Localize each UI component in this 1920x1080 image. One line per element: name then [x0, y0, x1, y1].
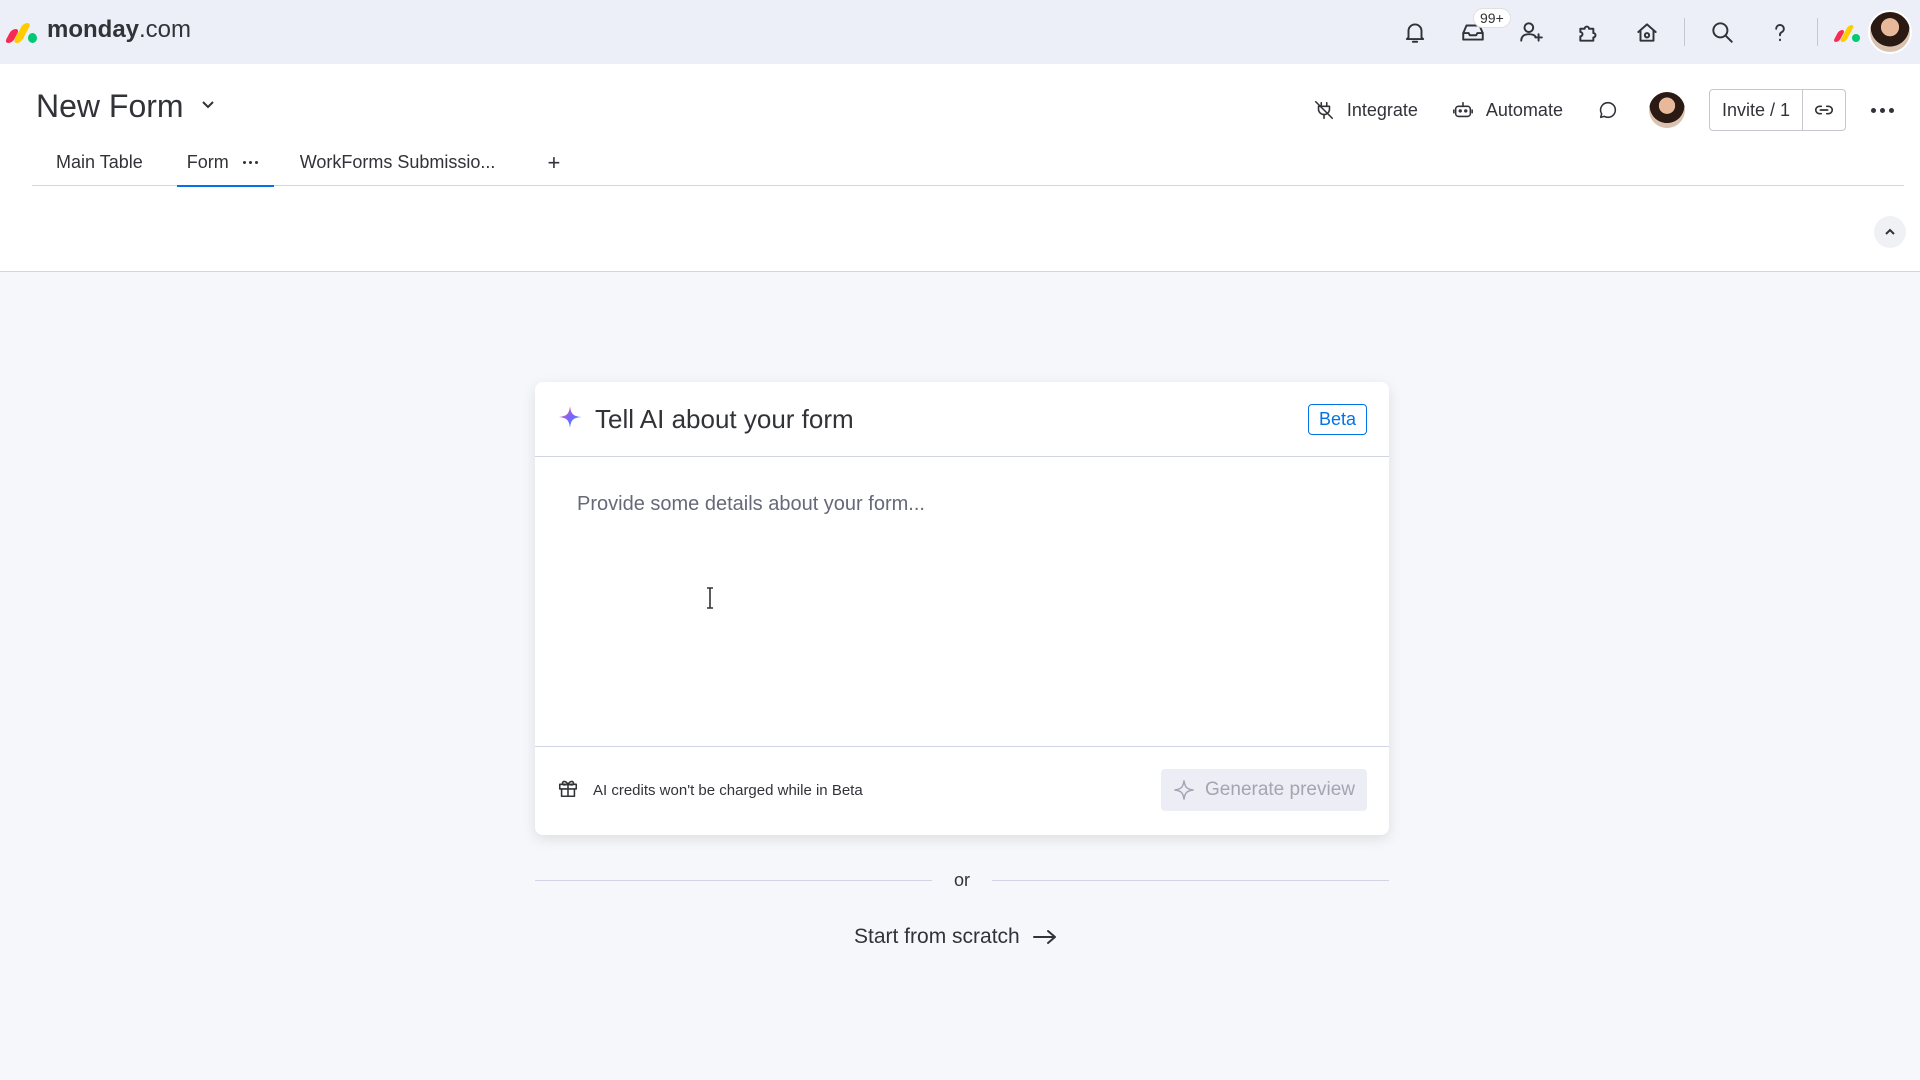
- inbox-button[interactable]: 99+: [1453, 8, 1511, 52]
- generate-preview-label: Generate preview: [1205, 779, 1355, 800]
- ai-card-body: [535, 457, 1389, 747]
- text-cursor-icon: [707, 587, 713, 609]
- generate-preview-button[interactable]: Generate preview: [1161, 769, 1367, 811]
- automate-label: Automate: [1485, 99, 1563, 120]
- integrate-button[interactable]: Integrate: [1313, 99, 1418, 121]
- robot-icon: [1452, 101, 1473, 118]
- link-icon: [1814, 105, 1834, 115]
- user-avatar[interactable]: [1868, 10, 1912, 54]
- inbox-badge: 99+: [1473, 8, 1511, 28]
- automate-button[interactable]: Automate: [1452, 99, 1563, 121]
- view-tabs: Main Table Form WorkForms Submissio... +: [32, 144, 1904, 187]
- monday-products-icon[interactable]: [1832, 22, 1860, 42]
- tab-workforms-submissions[interactable]: WorkForms Submissio...: [274, 144, 520, 185]
- chevron-down-icon[interactable]: [198, 94, 218, 119]
- monday-logo-icon: [4, 17, 37, 43]
- divider: [1684, 18, 1685, 46]
- add-view-button[interactable]: +: [519, 144, 588, 182]
- tab-label: Form: [186, 152, 229, 172]
- updates-button[interactable]: [1597, 99, 1619, 121]
- bell-icon: [1405, 23, 1425, 43]
- page-title[interactable]: New Form: [36, 88, 184, 125]
- help-icon: [1775, 24, 1785, 42]
- or-label: or: [954, 869, 971, 890]
- dot-icon: [1888, 107, 1894, 113]
- notifications-button[interactable]: [1395, 12, 1435, 52]
- more-options-button[interactable]: [1864, 107, 1900, 113]
- integrate-label: Integrate: [1346, 99, 1418, 120]
- collapse-header-button[interactable]: [1874, 216, 1906, 248]
- board-header: New Form Integrate Automate Invite / 1 M…: [0, 64, 1920, 272]
- invite-members-button[interactable]: [1511, 12, 1551, 52]
- sparkle-icon: [1174, 780, 1194, 800]
- divider-line: [535, 879, 932, 881]
- invite-button[interactable]: Invite / 1: [1710, 90, 1803, 130]
- gift-icon: [557, 777, 579, 804]
- ai-card-header: Tell AI about your form Beta: [535, 382, 1389, 457]
- chevron-up-icon: [1885, 228, 1895, 235]
- beta-badge: Beta: [1307, 404, 1367, 435]
- integrate-icon: [1314, 100, 1333, 120]
- divider: [1817, 18, 1818, 46]
- arrow-right-icon: [1032, 930, 1056, 944]
- board-title[interactable]: New Form: [36, 88, 218, 125]
- board-member-avatar[interactable]: [1648, 92, 1685, 128]
- apps-button[interactable]: [1569, 12, 1609, 52]
- divider-line: [992, 879, 1390, 881]
- start-from-scratch-label: Start from scratch: [854, 925, 1020, 948]
- monday-logo[interactable]: monday.com: [4, 16, 192, 44]
- start-from-scratch-button[interactable]: Start from scratch: [854, 925, 1058, 949]
- search-icon: [1712, 22, 1733, 43]
- chat-bubble-icon: [1599, 101, 1616, 119]
- invite-member-icon: [1520, 22, 1543, 42]
- monday-logo-text: monday.com: [47, 16, 192, 43]
- or-divider: or: [535, 868, 1390, 892]
- marketplace-button[interactable]: [1627, 12, 1667, 52]
- ai-form-card: Tell AI about your form Beta AI credits …: [535, 382, 1389, 835]
- ai-card-footer: AI credits won't be charged while in Bet…: [535, 747, 1389, 833]
- help-button[interactable]: [1760, 12, 1800, 52]
- invite-group: Invite / 1: [1708, 89, 1846, 131]
- ai-sparkle-icon: [557, 404, 583, 435]
- search-button[interactable]: [1702, 12, 1742, 52]
- form-description-input[interactable]: [577, 493, 1347, 710]
- credits-note: AI credits won't be charged while in Bet…: [593, 781, 863, 799]
- top-bar: monday.com 99+: [0, 0, 1920, 64]
- copy-link-button[interactable]: [1803, 90, 1845, 130]
- dot-icon: [1870, 107, 1876, 113]
- tab-form[interactable]: Form: [176, 144, 274, 187]
- ai-card-title: Tell AI about your form: [595, 403, 854, 434]
- tab-main-table[interactable]: Main Table: [32, 144, 167, 185]
- puzzle-icon: [1579, 25, 1597, 42]
- tab-more-icon[interactable]: [242, 161, 258, 164]
- marketplace-icon: [1637, 23, 1657, 42]
- dot-icon: [1879, 107, 1885, 113]
